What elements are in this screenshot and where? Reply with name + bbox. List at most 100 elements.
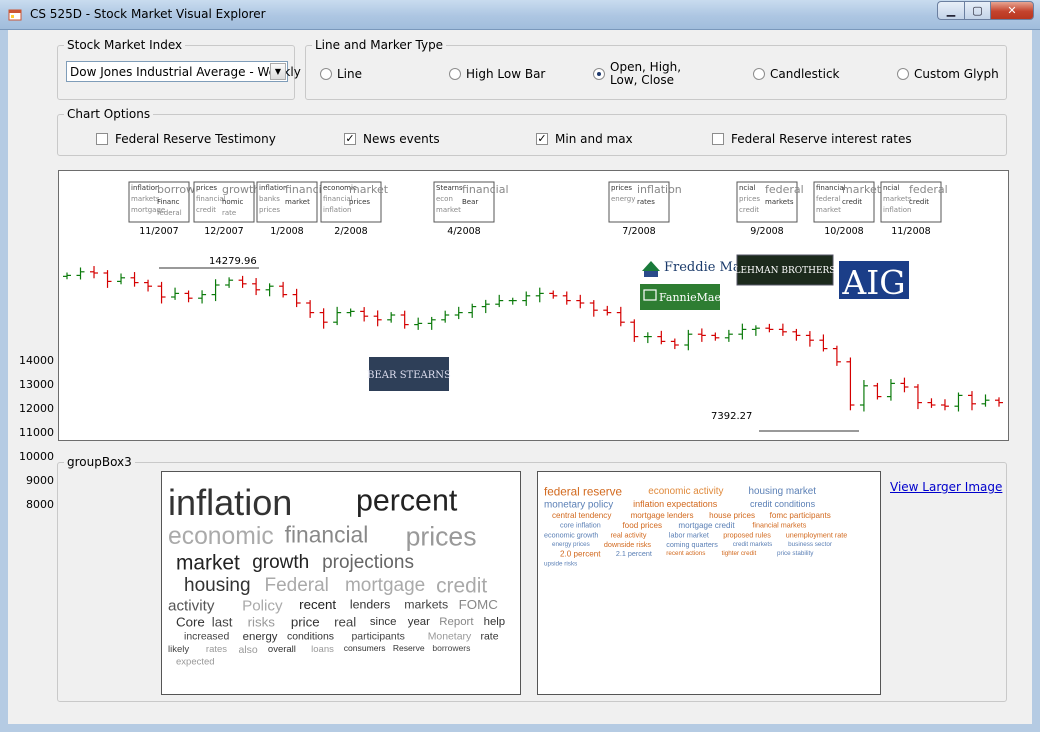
word-cloud-fomc-canvas: inflation percent economic financial prices m… [168, 482, 505, 668]
y-tick-label: 11000 [19, 426, 54, 439]
word-cloud-word: projections [322, 552, 414, 573]
chevron-down-icon[interactable]: ▼ [270, 63, 286, 80]
checkbox-fed-testimony[interactable]: Federal Reserve Testimony [96, 132, 276, 146]
ohlc-bar [954, 392, 963, 412]
ohlc-bar [211, 279, 220, 302]
word-cloud-word: 2.0 percent [560, 550, 601, 559]
month-label: 7/2008 [622, 226, 655, 237]
ohlc-bar [481, 299, 490, 314]
y-tick-label: 10000 [19, 450, 54, 463]
word-cloud-word: coming quarters [666, 540, 718, 549]
ohlc-bar [995, 397, 1003, 407]
lehman-brothers-text: LEHMAN BROTHERS [735, 266, 836, 276]
ohlc-bar [603, 305, 612, 316]
ohlc-bar [927, 398, 936, 408]
word-cloud-word: unemployment rate [786, 531, 848, 540]
thumbnail-word: credit [739, 206, 759, 214]
radio-line[interactable]: Line [320, 67, 362, 81]
word-cloud-group-title: groupBox3 [64, 455, 135, 469]
fannie-mae-logo: FannieMae. [640, 284, 724, 310]
max-value-label: 14279.96 [209, 256, 257, 267]
ohlc-bar [535, 287, 544, 303]
stock-index-selected: Dow Jones Industrial Average - Weekly [70, 65, 301, 79]
thumbnail-word: banks [259, 195, 280, 203]
word-cloud-word: increased [184, 631, 229, 642]
thumbnail-word: prices [349, 198, 370, 206]
word-cloud-word: risks [248, 614, 276, 629]
radio-custom-glyph-dot[interactable] [897, 68, 909, 80]
ohlc-bar [198, 290, 207, 304]
ohlc-bar [265, 283, 274, 297]
radio-candlestick-label: Candlestick [770, 67, 840, 81]
checkbox-news-events-label: News events [363, 132, 440, 146]
thumbnail-word: inflation [883, 206, 912, 214]
word-cloud-word: downside risks [604, 540, 652, 549]
word-cloud-word: since [370, 616, 397, 628]
month-label: 10/2008 [824, 226, 863, 237]
ohlc-bar [495, 294, 504, 308]
window-title: CS 525D - Stock Market Visual Explorer [30, 7, 266, 21]
word-cloud-word: economic activity [648, 486, 723, 497]
checkbox-fed-rates[interactable]: Federal Reserve interest rates [712, 132, 912, 146]
window-frame-bottom [0, 724, 1040, 732]
word-cloud-word: overall [268, 644, 296, 655]
ohlc-bar [792, 328, 801, 341]
chart-options-group: Chart Options Federal Reserve Testimony … [57, 107, 1007, 156]
close-button[interactable]: ✕ [990, 1, 1034, 20]
ohlc-bar [805, 331, 814, 347]
y-tick-label: 12000 [19, 402, 54, 415]
checkbox-fed-testimony-box[interactable] [96, 133, 108, 145]
radio-high-low-bar[interactable]: High Low Bar [449, 67, 545, 81]
ohlc-bar [724, 329, 733, 342]
word-cloud-word: mortgage credit [678, 521, 735, 530]
ohlc-bar [751, 325, 760, 336]
stock-chart[interactable]: 14279.96 7392.27 inflationborrowemarketsFi… [59, 171, 1008, 440]
thumbnail-word: inflation [323, 206, 352, 214]
chart-options-group-title: Chart Options [64, 107, 154, 121]
radio-custom-glyph[interactable]: Custom Glyph [897, 67, 999, 81]
view-larger-image-link[interactable]: View Larger Image [890, 480, 1002, 494]
month-label: 12/2007 [204, 226, 243, 237]
checkbox-news-events-box[interactable]: ✓ [344, 133, 356, 145]
radio-high-low-bar-dot[interactable] [449, 68, 461, 80]
thumbnail-word: federal [909, 183, 948, 196]
checkbox-fed-rates-box[interactable] [712, 133, 724, 145]
word-cloud-phrases-canvas: federal reserve economic activity housing … [544, 485, 848, 567]
word-cloud-word: Core [176, 614, 205, 629]
checkbox-news-events[interactable]: ✓ News events [344, 132, 440, 146]
word-cloud-word: Policy [242, 598, 283, 615]
stock-index-dropdown[interactable]: Dow Jones Industrial Average - Weekly ▼ [66, 61, 301, 82]
ohlc-bar [913, 384, 922, 410]
ohlc-bar [562, 291, 571, 305]
checkbox-min-max-box[interactable]: ✓ [536, 133, 548, 145]
ohlc-bar [292, 288, 301, 308]
word-cloud-word: percent [356, 483, 458, 517]
word-cloud-word: tighter credit [722, 550, 757, 557]
thumbnail-word: prices [611, 184, 632, 192]
word-cloud-word: federal reserve [544, 485, 622, 498]
minimize-button[interactable]: ▁ [937, 1, 964, 20]
word-cloud-word: loans [311, 644, 334, 655]
ohlc-bar [279, 281, 288, 298]
month-label: 11/2007 [139, 226, 178, 237]
thumbnail-word: markets [883, 195, 912, 203]
radio-candlestick[interactable]: Candlestick [753, 67, 840, 81]
checkbox-min-max[interactable]: ✓ Min and max [536, 132, 633, 146]
window-frame-right [1032, 30, 1040, 732]
word-cloud-word: food prices [622, 521, 662, 530]
radio-ohlc[interactable]: Open, High, Low, Close [593, 61, 681, 87]
radio-line-dot[interactable] [320, 68, 332, 80]
word-cloud-word: labor market [669, 531, 709, 540]
word-cloud-word: financial markets [752, 520, 806, 529]
thumbnail-word: rates [637, 198, 655, 206]
ohlc-bar [90, 266, 99, 279]
ohlc-bar [684, 329, 693, 351]
maximize-button[interactable]: ▢ [964, 1, 990, 20]
radio-candlestick-dot[interactable] [753, 68, 765, 80]
word-cloud-word: core inflation [560, 520, 601, 529]
radio-ohlc-dot[interactable] [593, 68, 605, 80]
aig-logo: AIG [839, 261, 909, 302]
line-type-group: Line and Marker Type Line High Low Bar O… [305, 38, 1007, 100]
thumbnail-word: Bear [462, 198, 478, 206]
word-cloud-word: energy prices [552, 541, 590, 548]
